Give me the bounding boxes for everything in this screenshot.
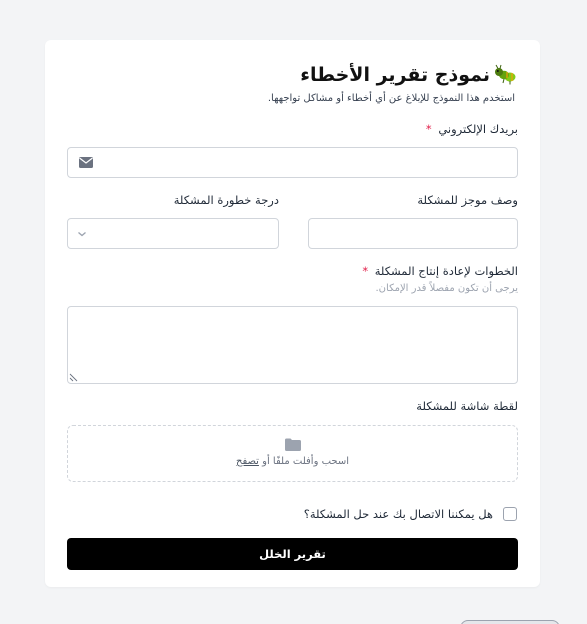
contact-label[interactable]: هل يمكننا الاتصال بك عند حل المشكلة؟ [304,507,493,521]
email-field[interactable] [67,147,518,178]
form-subtitle: استخدم هذا النموذج للإبلاغ عن أي أخطاء أ… [267,93,515,104]
email-label-text: بريدك الإلكتروني [438,122,518,136]
summary-label: وصف موجز للمشكلة [417,193,518,207]
dropzone-text: اسحب وأفلت ملفًا أو تصفح [68,456,517,467]
corner-tab[interactable] [460,620,560,624]
steps-textarea[interactable] [67,306,518,384]
steps-label-text: الخطوات لإعادة إنتاج المشكلة [374,264,518,278]
email-required-mark: * [425,122,432,136]
bug-icon [495,64,516,85]
severity-label: درجة خطورة المشكلة [173,193,279,207]
severity-select[interactable] [67,218,279,249]
drop-instruction: اسحب وأفلت ملفًا أو [262,456,350,467]
screenshot-label: لقطة شاشة للمشكلة [416,399,518,413]
mail-icon [79,157,93,168]
browse-link[interactable]: تصفح [236,456,259,467]
steps-label: الخطوات لإعادة إنتاج المشكلة * [362,264,518,278]
form-title: نموذج تقرير الأخطاء [300,64,490,86]
steps-hint: يرجى أن تكون مفصلاً قدر الإمكان. [375,283,519,294]
chevron-down-icon [78,232,86,237]
submit-button[interactable]: تقرير الخلل [67,538,518,570]
folder-icon [285,438,301,451]
bug-report-card: نموذج تقرير الأخطاء استخدم هذا النموذج ل… [45,40,540,587]
email-label: بريدك الإلكتروني * [426,122,518,136]
resize-handle-icon[interactable] [69,373,78,382]
steps-required-mark: * [362,264,369,278]
summary-field[interactable] [308,218,518,249]
form-header: نموذج تقرير الأخطاء [300,64,518,86]
contact-checkbox[interactable] [503,507,517,521]
file-dropzone[interactable]: اسحب وأفلت ملفًا أو تصفح [67,425,518,482]
